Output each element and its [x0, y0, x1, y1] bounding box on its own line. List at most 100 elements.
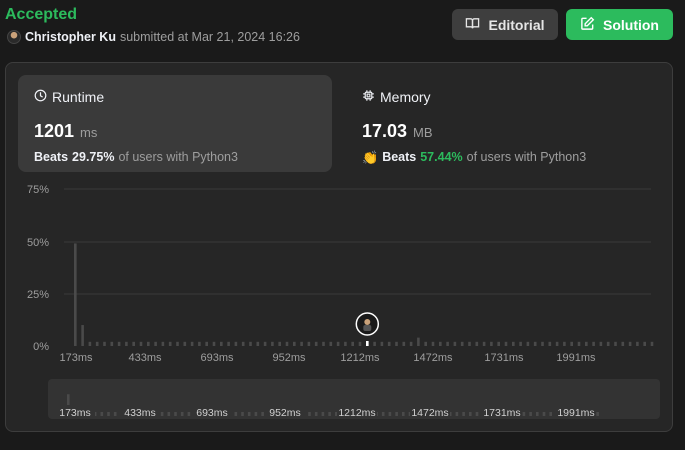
- bar[interactable]: [431, 341, 435, 346]
- bar[interactable]: [190, 341, 194, 346]
- bar[interactable]: [555, 341, 559, 346]
- bar[interactable]: [125, 341, 128, 346]
- bar[interactable]: [95, 341, 99, 346]
- bar[interactable]: [424, 341, 427, 346]
- bar[interactable]: [117, 341, 121, 346]
- bar[interactable]: [387, 341, 391, 346]
- bar[interactable]: [402, 341, 406, 346]
- bar[interactable]: [161, 341, 165, 346]
- bar[interactable]: [154, 341, 157, 346]
- nav-bar: [395, 412, 398, 416]
- runtime-distribution-chart[interactable]: 75% 50% 25% 0% 173ms 433ms 693ms 952ms 1212ms 147…: [0, 0, 685, 450]
- nav-bar: [402, 412, 405, 416]
- bar[interactable]: [293, 341, 296, 346]
- bar[interactable]: [417, 337, 420, 346]
- bar[interactable]: [176, 341, 179, 346]
- bar[interactable]: [314, 341, 318, 346]
- bar[interactable]: [526, 341, 530, 346]
- bar[interactable]: [519, 341, 522, 346]
- bar[interactable]: [147, 341, 150, 346]
- nav-bar: [542, 412, 546, 416]
- bar[interactable]: [636, 341, 639, 346]
- bar[interactable]: [263, 341, 267, 346]
- bar[interactable]: [548, 341, 552, 346]
- bar[interactable]: [439, 341, 442, 346]
- x-tick-label: 693ms: [200, 352, 234, 364]
- bar[interactable]: [592, 341, 595, 346]
- bar[interactable]: [183, 341, 187, 346]
- bar[interactable]: [220, 341, 223, 346]
- y-tick-label: 25%: [27, 289, 49, 301]
- bar[interactable]: [533, 341, 537, 346]
- bar[interactable]: [628, 341, 632, 346]
- bar[interactable]: [103, 341, 106, 346]
- bar[interactable]: [650, 341, 654, 346]
- bar[interactable]: [373, 341, 376, 346]
- nav-tick-label: 952ms: [269, 407, 301, 419]
- bar[interactable]: [504, 341, 508, 346]
- bar[interactable]: [74, 243, 77, 346]
- bar[interactable]: [497, 341, 500, 346]
- bar[interactable]: [585, 341, 588, 346]
- bar[interactable]: [468, 341, 471, 346]
- bar[interactable]: [198, 341, 201, 346]
- bar[interactable]: [132, 341, 135, 346]
- nav-tick-label: 1991ms: [557, 407, 594, 419]
- user-avatar-head: [364, 319, 371, 325]
- bar[interactable]: [88, 341, 92, 346]
- bar[interactable]: [205, 341, 208, 346]
- bar[interactable]: [460, 341, 464, 346]
- bar[interactable]: [307, 341, 311, 346]
- bar[interactable]: [570, 341, 573, 346]
- nav-bar: [167, 412, 171, 416]
- bar[interactable]: [475, 341, 479, 346]
- bar[interactable]: [168, 341, 172, 346]
- nav-bar: [381, 412, 385, 416]
- bar[interactable]: [409, 341, 413, 346]
- bar[interactable]: [453, 341, 457, 346]
- bar[interactable]: [351, 341, 354, 346]
- bar[interactable]: [446, 341, 449, 346]
- bar[interactable]: [512, 341, 515, 346]
- bar[interactable]: [541, 341, 544, 346]
- bar[interactable]: [322, 341, 325, 346]
- bar[interactable]: [577, 341, 581, 346]
- bar[interactable]: [614, 341, 617, 346]
- bar[interactable]: [329, 341, 333, 346]
- bar[interactable]: [256, 341, 260, 346]
- bar[interactable]: [621, 341, 625, 346]
- bar[interactable]: [81, 325, 84, 346]
- bar[interactable]: [227, 341, 230, 346]
- bar[interactable]: [278, 341, 281, 346]
- x-tick-label: 1731ms: [484, 352, 524, 364]
- bar[interactable]: [110, 341, 114, 346]
- nav-bar: [522, 412, 526, 416]
- bar[interactable]: [358, 341, 362, 346]
- user-avatar-body: [363, 325, 372, 331]
- bar[interactable]: [395, 341, 398, 346]
- bar[interactable]: [482, 341, 486, 346]
- bar[interactable]: [606, 341, 610, 346]
- bar[interactable]: [241, 341, 245, 346]
- bar[interactable]: [285, 341, 289, 346]
- y-tick-label: 75%: [27, 184, 49, 196]
- bar[interactable]: [380, 341, 384, 346]
- bar[interactable]: [271, 341, 274, 346]
- nav-tick-label: 173ms: [59, 407, 91, 419]
- nav-bar: [469, 412, 472, 416]
- bar[interactable]: [563, 341, 566, 346]
- y-tick-label: 0%: [33, 341, 49, 353]
- bar[interactable]: [336, 341, 340, 346]
- bar[interactable]: [249, 341, 252, 346]
- bar[interactable]: [643, 341, 646, 346]
- bar[interactable]: [139, 341, 143, 346]
- user-bar[interactable]: [366, 341, 369, 346]
- bar[interactable]: [212, 341, 216, 346]
- bar[interactable]: [599, 341, 603, 346]
- nav-bar: [160, 412, 164, 416]
- bar[interactable]: [234, 341, 238, 346]
- bar[interactable]: [344, 341, 347, 346]
- bar[interactable]: [300, 341, 303, 346]
- bar[interactable]: [490, 341, 493, 346]
- nav-bar: [100, 412, 104, 416]
